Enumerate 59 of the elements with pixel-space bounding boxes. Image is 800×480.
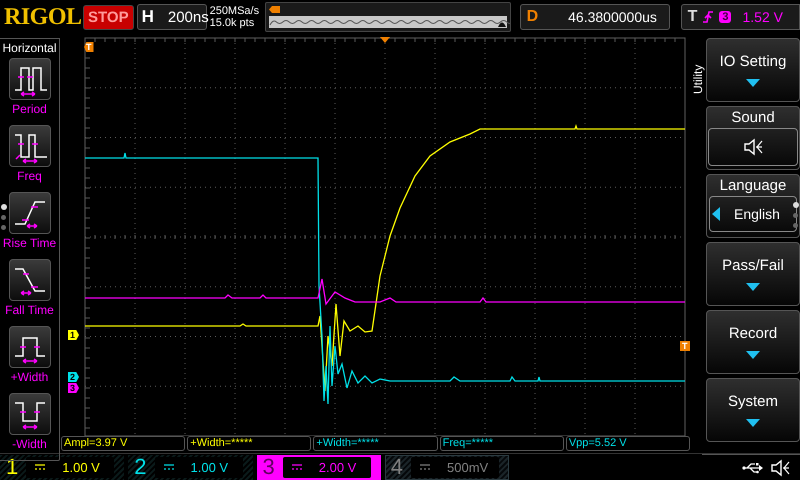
channel-offset-marker[interactable]: 2 <box>68 372 80 382</box>
measure-button[interactable] <box>8 58 50 100</box>
dc-coupling-icon <box>162 463 174 471</box>
channel-tab[interactable]: 2 1.00 V <box>128 454 252 480</box>
dc-coupling-icon <box>419 463 431 471</box>
measurement-readout: Vpp=5.52 V <box>566 436 690 451</box>
channel-scale: 1.00 V <box>26 456 114 478</box>
channel-tab[interactable]: 4 500mV <box>384 454 509 480</box>
channel-offset-marker[interactable]: 1 <box>68 330 80 340</box>
caret-down-icon <box>746 79 760 87</box>
measure-button[interactable] <box>8 326 50 368</box>
channel-scale: 1.00 V <box>154 456 242 478</box>
measure-label: Rise Time <box>2 236 56 250</box>
menu-softkey[interactable]: Sound <box>706 106 800 170</box>
measure-button[interactable] <box>8 125 50 167</box>
measure-label: -Width <box>12 437 47 451</box>
dc-coupling-icon <box>34 463 46 471</box>
measurement-readout: +Width=***** <box>313 436 438 451</box>
measure-label: +Width <box>10 370 48 384</box>
trigger-display[interactable]: T 3 1.52 V <box>680 4 800 30</box>
channel-scale: 500mV <box>411 456 499 478</box>
measure-button[interactable] <box>8 259 50 301</box>
channel-offset-marker[interactable]: 3 <box>68 383 80 393</box>
channel-number: 4 <box>390 454 403 480</box>
usb-icon <box>742 460 764 474</box>
menu-softkey[interactable]: Record <box>706 310 800 374</box>
channel-scale: 2.00 V <box>282 456 371 478</box>
rising-edge-icon <box>702 9 714 25</box>
trigger-position-icon <box>380 37 390 43</box>
memory-depth: 15.0k pts <box>210 17 256 29</box>
menu-softkey[interactable]: IO Setting <box>706 38 800 102</box>
timebase-display[interactable]: H 200ns <box>136 4 207 30</box>
delay-display[interactable]: D 46.3800000us <box>520 4 670 30</box>
measure-label: Fall Time <box>5 303 54 317</box>
menu-title: Utility <box>692 64 704 94</box>
menu-softkey[interactable]: System <box>706 378 800 442</box>
caret-down-icon <box>746 351 760 359</box>
measurement-readout: +Width=***** <box>187 436 312 451</box>
measure-button[interactable] <box>8 393 50 435</box>
option-value: English <box>734 206 780 222</box>
measure-label: Freq <box>17 169 42 183</box>
channel-tab[interactable]: 3 2.00 V <box>256 454 381 480</box>
menu-title: Horizontal <box>2 40 57 57</box>
channel-number: 3 <box>262 454 275 480</box>
measurement-readout: Ampl=3.97 V <box>61 436 186 451</box>
measure-button[interactable] <box>8 192 50 234</box>
caret-down-icon <box>746 419 760 427</box>
speaker-icon <box>743 138 763 156</box>
menu-softkey[interactable]: Pass/Fail <box>706 242 800 306</box>
measurement-readout: Freq=***** <box>440 436 564 451</box>
caret-down-icon <box>746 283 760 291</box>
menu-softkey[interactable]: Language English <box>706 174 800 238</box>
measure-label: Period <box>12 102 47 116</box>
caret-left-icon <box>712 207 720 221</box>
channel-number: 2 <box>134 454 146 480</box>
sample-rate: 250MSa/s <box>210 5 260 17</box>
speaker-icon <box>770 458 790 476</box>
dc-coupling-icon <box>290 463 303 471</box>
brand-logo: RIGOL <box>4 4 80 30</box>
